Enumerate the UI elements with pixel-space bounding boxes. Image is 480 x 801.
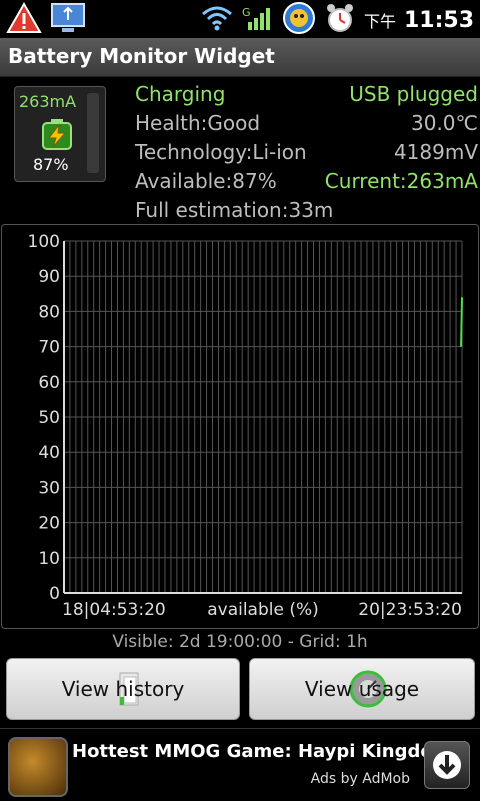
- chart-visible-range: Visible: 2d 19:00:00 - Grid: 1h: [112, 632, 368, 652]
- tile-level-bar: [87, 93, 99, 173]
- y-tick-label: 80: [38, 302, 60, 322]
- temperature-text: 30.0℃: [411, 111, 478, 135]
- x-axis-label: available (%): [207, 600, 319, 620]
- y-tick-label: 30: [38, 478, 60, 498]
- warning-icon: [6, 1, 42, 38]
- charging-battery-icon: [37, 113, 77, 157]
- battery-chart[interactable]: 0 10 20 30 40 50 60 70 80 90 100 18|04:53:20 availab…: [1, 224, 479, 629]
- game-logo-icon: [8, 737, 68, 797]
- x-start-label: 18|04:53:20: [62, 600, 166, 620]
- voltage-text: 4189mV: [393, 140, 478, 164]
- plug-status: USB plugged: [349, 82, 478, 106]
- current-text: Current:263mA: [324, 169, 478, 193]
- y-tick-label: 100: [28, 232, 60, 252]
- sync-app-icon: [282, 1, 316, 39]
- app-title: Battery Monitor Widget: [8, 44, 275, 68]
- ad-attribution: Ads by AdMob: [310, 771, 410, 787]
- clock-time: 11:53: [403, 7, 474, 33]
- status-bar: G 下午 11:53: [0, 0, 480, 38]
- clock-ampm: 下午: [363, 12, 396, 31]
- view-usage-button[interactable]: View usage: [249, 658, 475, 720]
- y-tick-label: 60: [38, 373, 60, 393]
- y-tick-label: 0: [49, 584, 60, 604]
- battery-widget-tile[interactable]: 263mA 87%: [14, 86, 106, 182]
- charging-status: Charging: [135, 82, 226, 106]
- full-estimation-text: Full estimation:33m: [135, 198, 334, 222]
- technology-text: Technology:Li-ion: [135, 140, 307, 164]
- view-history-button[interactable]: View history: [6, 658, 240, 720]
- x-end-label: 20|23:53:20: [358, 600, 462, 620]
- signal-icon: G: [242, 4, 274, 36]
- series-line: [460, 297, 463, 347]
- available-text: Available:87%: [135, 169, 277, 193]
- alarm-icon: [324, 2, 356, 38]
- download-icon[interactable]: [424, 741, 470, 789]
- usb-debug-icon: [48, 2, 88, 38]
- y-tick-label: 70: [38, 338, 60, 358]
- chart-svg: 0 10 20 30 40 50 60 70 80 90 100 18|04:53:20 availab…: [28, 232, 463, 620]
- tile-percent: 87%: [33, 155, 69, 174]
- y-tick-label: 90: [38, 267, 60, 287]
- view-usage-label: View usage: [304, 677, 420, 701]
- ad-title: Hottest MMOG Game: Haypi Kingdom: [72, 741, 452, 762]
- y-tick-label: 10: [38, 549, 60, 569]
- wifi-icon: [200, 4, 234, 36]
- y-tick-label: 20: [38, 514, 60, 534]
- tile-current: 263mA: [19, 92, 77, 111]
- title-bar: Battery Monitor Widget: [0, 38, 480, 77]
- ad-banner[interactable]: Hottest MMOG Game: Haypi Kingdom Ads by …: [0, 728, 480, 801]
- svg-text:G: G: [242, 6, 251, 19]
- view-history-label: View history: [61, 677, 185, 701]
- y-tick-label: 40: [38, 443, 60, 463]
- y-tick-label: 50: [38, 408, 60, 428]
- health-text: Health:Good: [135, 111, 261, 135]
